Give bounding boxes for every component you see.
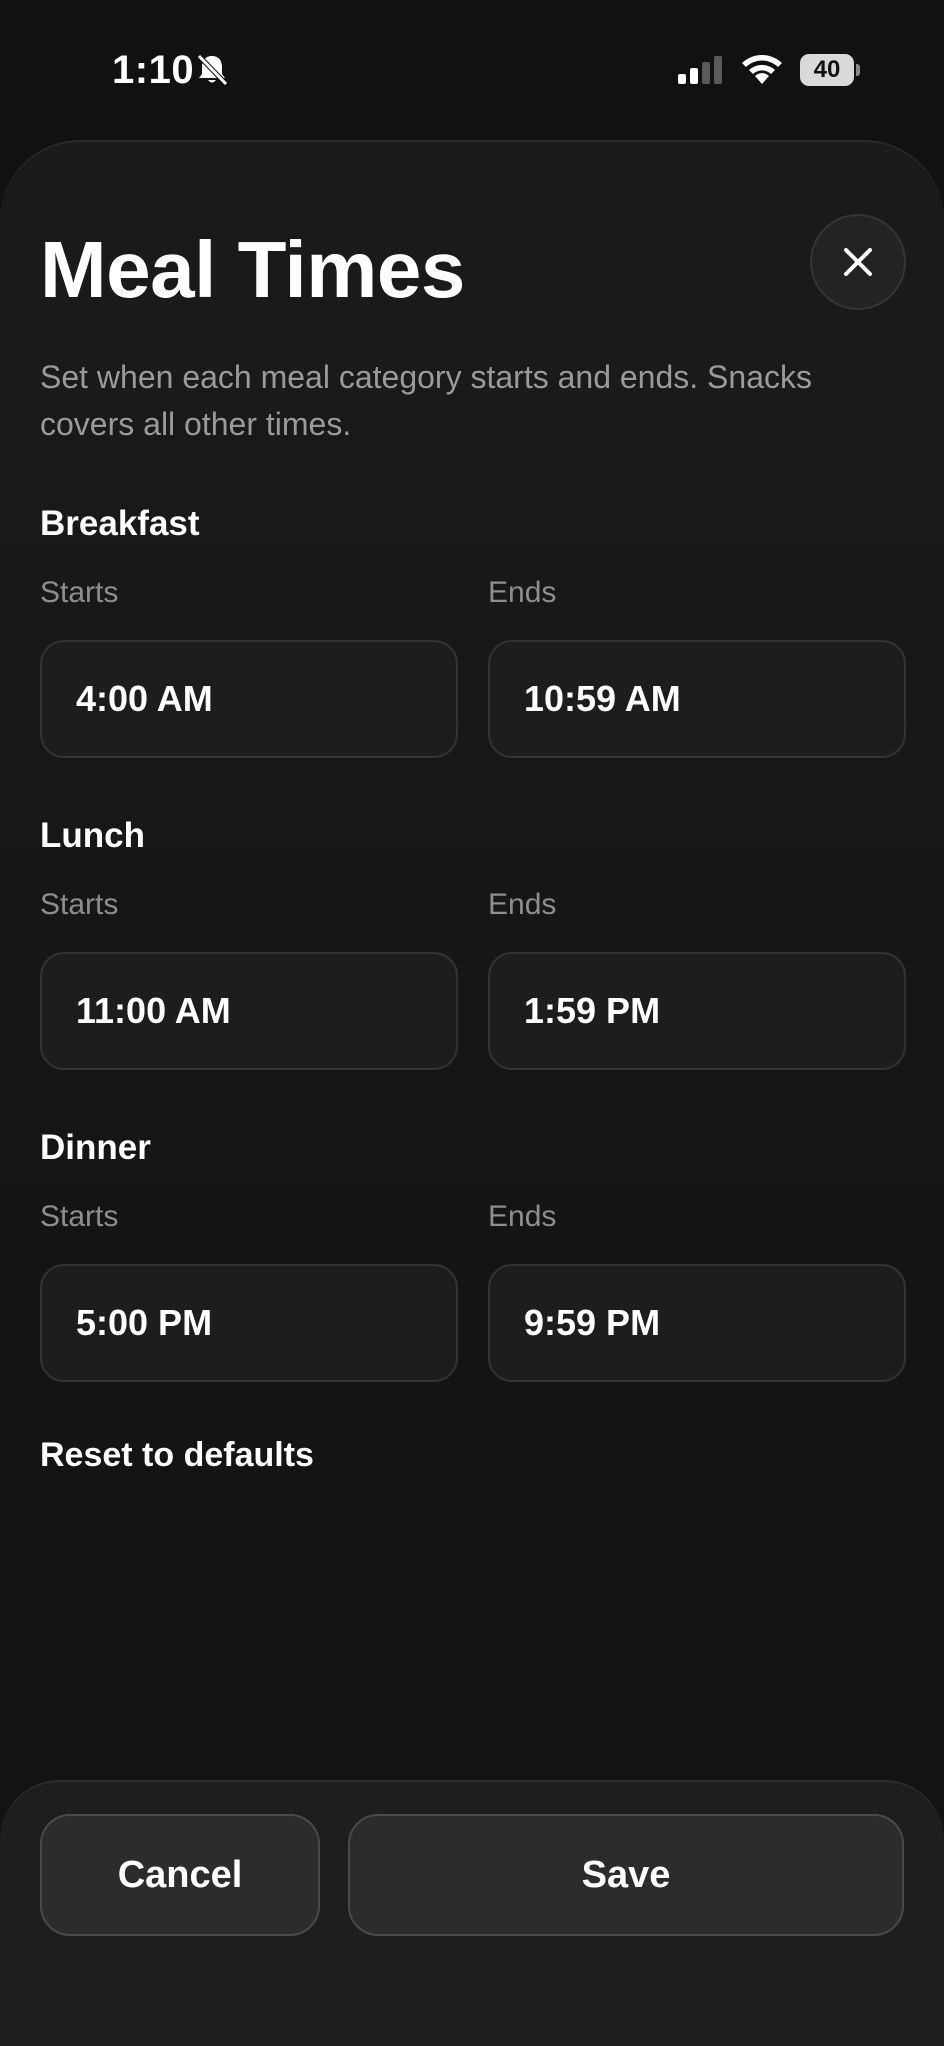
breakfast-title: Breakfast [40, 504, 200, 543]
dinner-start-field[interactable]: 5:00 PM [40, 1264, 458, 1382]
dinner-starts-label: Starts [40, 1200, 119, 1233]
footer-bar: Cancel Save [0, 1780, 944, 2046]
meal-times-sheet: Meal Times Set when each meal category s… [0, 140, 944, 2046]
page-title: Meal Times [40, 225, 465, 314]
status-time: 1:10 [112, 48, 195, 92]
breakfast-start-field[interactable]: 4:00 AM [40, 640, 458, 758]
battery-tip [856, 64, 860, 76]
status-bar: 1:10 40 [0, 0, 944, 140]
lunch-end-field[interactable]: 1:59 PM [488, 952, 906, 1070]
subtitle: Set when each meal category starts and e… [40, 359, 812, 442]
battery-icon: 40 [800, 54, 860, 86]
wifi-icon [742, 55, 782, 84]
lunch-title: Lunch [40, 816, 145, 855]
breakfast-starts-label: Starts [40, 576, 119, 609]
close-icon [844, 248, 872, 276]
bell-slash-icon [197, 54, 228, 86]
lunch-starts-label: Starts [40, 888, 119, 921]
battery-level: 40 [800, 54, 854, 86]
dinner-end-field[interactable]: 9:59 PM [488, 1264, 906, 1382]
lunch-ends-label: Ends [488, 888, 557, 921]
cancel-button[interactable]: Cancel [40, 1814, 320, 1936]
screen: 1:10 40 Meal Times Set when each meal ca… [0, 0, 944, 2046]
breakfast-end-field[interactable]: 10:59 AM [488, 640, 906, 758]
lunch-start-field[interactable]: 11:00 AM [40, 952, 458, 1070]
breakfast-ends-label: Ends [488, 576, 557, 609]
dinner-title: Dinner [40, 1128, 151, 1167]
cellular-signal-icon [678, 56, 722, 84]
dinner-ends-label: Ends [488, 1200, 557, 1233]
close-button[interactable] [810, 214, 906, 310]
reset-defaults-button[interactable]: Reset to defaults [40, 1436, 314, 1475]
save-button[interactable]: Save [348, 1814, 904, 1936]
